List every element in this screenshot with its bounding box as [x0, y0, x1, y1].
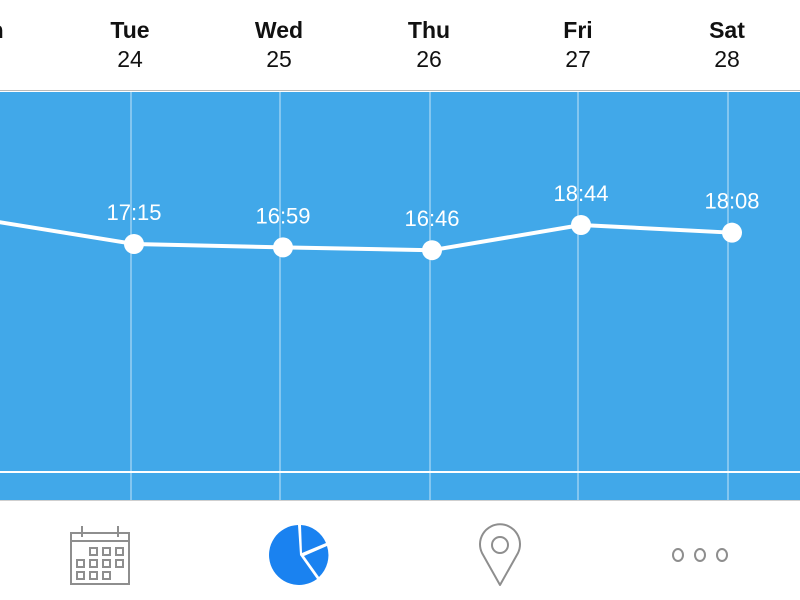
time-chart[interactable]: 517:1516:5916:4618:4418:08 [0, 92, 800, 501]
data-point [273, 237, 293, 258]
data-label: 18:44 [553, 181, 608, 206]
day-name: Tue [110, 17, 150, 43]
day-name: Fri [563, 17, 593, 43]
data-point [124, 234, 144, 254]
day-column-tue[interactable]: Tue 24 [70, 16, 190, 74]
data-label: 16:46 [404, 206, 459, 231]
data-label: 18:08 [704, 189, 759, 214]
more-dots-icon [672, 548, 728, 562]
day-column-fri[interactable]: Fri 27 [518, 16, 638, 74]
day-number: 28 [714, 46, 740, 72]
day-column-wed[interactable]: Wed 25 [219, 16, 339, 74]
chart-svg: 517:1516:5916:4618:4418:08 [0, 92, 800, 500]
day-name: Mon [0, 16, 40, 44]
tab-more[interactable] [660, 515, 740, 595]
day-number: 23 [0, 44, 40, 74]
data-label: 17:15 [106, 200, 161, 225]
calendar-icon [70, 526, 130, 585]
day-name: Wed [254, 17, 304, 43]
tab-calendar[interactable] [60, 515, 140, 595]
day-header: Mon 23 Tue 24 Wed 25 Thu 26 Fri 27 Sat 2… [0, 0, 800, 91]
day-column-mon[interactable]: Mon 23 [0, 16, 40, 74]
day-name: Thu [407, 17, 451, 43]
tab-statistics[interactable] [260, 515, 340, 595]
map-pin-icon [479, 523, 521, 586]
data-point [422, 240, 442, 261]
pie-chart-icon [269, 525, 329, 585]
day-name: Sat [709, 17, 745, 43]
day-number: 25 [266, 46, 292, 72]
day-column-thu[interactable]: Thu 26 [369, 16, 489, 74]
data-label: 16:59 [255, 203, 310, 228]
tab-bar [0, 501, 800, 600]
day-number: 24 [117, 46, 143, 72]
data-point [722, 222, 742, 243]
day-column-sat[interactable]: Sat 28 [667, 16, 787, 74]
day-number: 27 [565, 46, 591, 72]
day-number: 26 [416, 46, 442, 72]
tab-location[interactable] [460, 515, 540, 595]
data-point [571, 215, 591, 235]
